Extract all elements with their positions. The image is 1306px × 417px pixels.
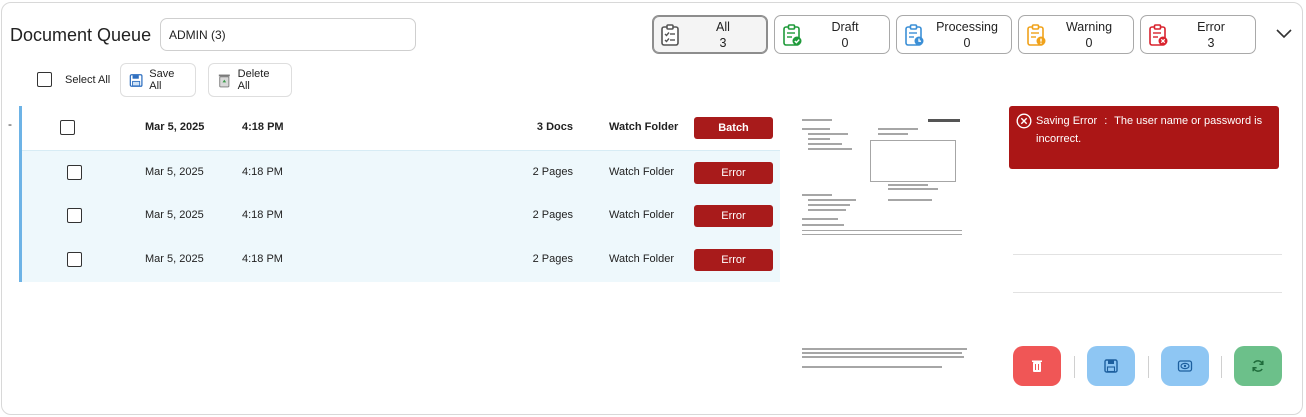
row-source: Watch Folder (609, 166, 675, 178)
error-title: Saving Error (1036, 115, 1098, 127)
error-message-panel: Saving Error : The user name or password… (1009, 106, 1279, 169)
filter-draft[interactable]: Draft 0 (774, 15, 890, 54)
filter-processing-label: Processing (936, 20, 998, 34)
filter-processing[interactable]: Processing 0 (896, 15, 1012, 54)
save-button[interactable] (1087, 346, 1135, 386)
batch-row[interactable]: Mar 5, 2025 4:18 PM 3 Docs Watch Folder … (22, 106, 780, 150)
row-page-count: 2 Pages (532, 166, 573, 178)
clipboard-error-icon (1149, 24, 1168, 46)
filter-error-count: 3 (1207, 36, 1215, 50)
error-separator: : (1104, 115, 1108, 127)
preview-button[interactable] (1161, 346, 1209, 386)
row-time: 4:18 PM (242, 253, 283, 265)
filter-draft-count: 0 (841, 36, 849, 50)
refresh-button[interactable] (1234, 346, 1282, 386)
row-checkbox[interactable] (67, 252, 82, 267)
document-preview-thumbnail[interactable] (788, 106, 982, 388)
status-filter-bar: All 3 Draft 0 Processing 0 Warning 0 Err… (652, 15, 1256, 54)
table-row[interactable]: Mar 5, 2025 4:18 PM 2 Pages Watch Folder… (22, 150, 780, 194)
chevron-down-icon[interactable] (1275, 26, 1293, 40)
select-all-control[interactable]: Select All (37, 72, 110, 87)
row-checkbox[interactable] (67, 165, 82, 180)
row-page-count: 2 Pages (532, 209, 573, 221)
table-row[interactable]: Mar 5, 2025 4:18 PM 2 Pages Watch Folder… (22, 238, 780, 282)
button-divider (1148, 356, 1149, 378)
collapse-toggle[interactable]: - (8, 117, 12, 131)
row-source: Watch Folder (609, 253, 675, 265)
panel-divider (1013, 292, 1282, 293)
error-status-badge[interactable]: Error (694, 205, 773, 227)
clipboard-list-icon (661, 24, 679, 46)
row-checkbox[interactable] (67, 208, 82, 223)
refresh-icon (1252, 360, 1264, 372)
row-date: Mar 5, 2025 (145, 209, 204, 221)
row-source: Watch Folder (609, 209, 675, 221)
delete-button[interactable] (1013, 346, 1061, 386)
clipboard-check-icon (783, 24, 802, 46)
select-all-label: Select All (65, 73, 111, 86)
close-circle-icon[interactable] (1016, 113, 1032, 129)
select-all-checkbox[interactable] (37, 72, 52, 87)
row-date: Mar 5, 2025 (145, 166, 204, 178)
error-status-badge[interactable]: Error (694, 249, 773, 271)
filter-all-label: All (716, 20, 730, 34)
save-all-label: Save All (149, 68, 175, 92)
filter-warning[interactable]: Warning 0 (1018, 15, 1134, 54)
filter-warning-count: 0 (1085, 36, 1093, 50)
delete-all-button[interactable]: Delete All (208, 63, 292, 97)
save-icon (1104, 359, 1118, 373)
filter-warning-label: Warning (1065, 20, 1113, 34)
queue-selector[interactable]: ADMIN (3) (160, 18, 416, 51)
row-time: 4:18 PM (242, 209, 283, 221)
page-title: Document Queue (10, 25, 152, 45)
row-date: Mar 5, 2025 (145, 253, 204, 265)
button-divider (1221, 356, 1222, 378)
row-page-count: 2 Pages (532, 253, 573, 265)
row-source: Watch Folder (609, 121, 679, 133)
error-status-badge[interactable]: Error (694, 162, 773, 184)
delete-all-label: Delete All (237, 68, 270, 92)
clipboard-clock-icon (905, 24, 924, 46)
batch-status-badge[interactable]: Batch (694, 117, 773, 139)
panel-divider (1013, 254, 1282, 255)
row-time: 4:18 PM (242, 121, 284, 133)
row-checkbox[interactable] (60, 120, 75, 135)
recycle-bin-icon (218, 74, 230, 87)
row-doc-count: 3 Docs (536, 121, 573, 133)
filter-error[interactable]: Error 3 (1140, 15, 1256, 54)
filter-all[interactable]: All 3 (652, 15, 768, 54)
save-all-button[interactable]: Save All (120, 63, 196, 97)
eye-icon (1177, 360, 1193, 372)
button-divider (1074, 356, 1075, 378)
trash-icon (1032, 360, 1042, 372)
row-date: Mar 5, 2025 (145, 121, 205, 133)
filter-error-label: Error (1197, 20, 1225, 34)
filter-all-count: 3 (719, 36, 727, 50)
clipboard-warning-icon (1027, 24, 1046, 46)
row-time: 4:18 PM (242, 166, 283, 178)
save-icon (129, 73, 143, 87)
filter-draft-label: Draft (831, 20, 859, 34)
filter-processing-count: 0 (963, 36, 971, 50)
table-row[interactable]: Mar 5, 2025 4:18 PM 2 Pages Watch Folder… (22, 194, 780, 238)
